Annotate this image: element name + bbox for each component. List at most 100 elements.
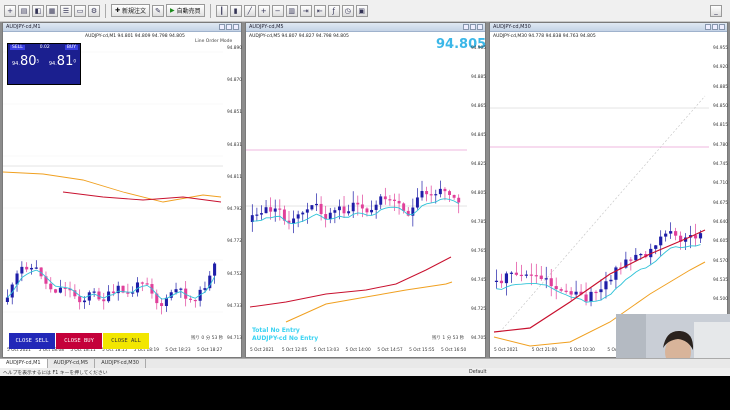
moving-average-fast bbox=[7, 269, 215, 300]
auto-scroll-icon[interactable]: ⇥ bbox=[299, 4, 312, 17]
chart-window-m5-titlebar[interactable]: AUDJPY-cd,M5 bbox=[246, 23, 485, 32]
window-close-icon[interactable] bbox=[233, 24, 239, 30]
symbol-entry-status: AUDJPY-cd No Entry bbox=[252, 335, 319, 342]
candle-body bbox=[397, 200, 401, 204]
price-tick-label: 94.815 bbox=[712, 123, 728, 129]
price-tick-label: 94.733 bbox=[226, 303, 242, 309]
tab-audjpy-m30[interactable]: AUDJPY-cd,M30 bbox=[95, 359, 146, 368]
price-tick-label: 94.851 bbox=[226, 110, 242, 116]
chart-window-m5[interactable]: AUDJPY-cd,M5 AUDJPY-cd,M5 94.807 94.827 … bbox=[245, 22, 486, 358]
close-all-button[interactable]: CLOSE ALL bbox=[103, 333, 149, 349]
buy-price[interactable]: 94.810 bbox=[49, 54, 76, 69]
new-chart-icon[interactable]: + bbox=[4, 4, 16, 17]
candle-body bbox=[356, 202, 360, 205]
candle-body bbox=[559, 289, 563, 291]
candle-body bbox=[438, 188, 442, 195]
price-chart[interactable] bbox=[490, 32, 709, 350]
candle-body bbox=[457, 197, 461, 203]
sell-price-prefix: 94. bbox=[12, 61, 20, 67]
zoom-in-icon[interactable]: + bbox=[257, 4, 270, 17]
tester-icon[interactable]: ⚙ bbox=[88, 4, 100, 17]
price-tick-label: 94.885 bbox=[712, 84, 728, 90]
window-minimize-icon[interactable] bbox=[463, 24, 469, 30]
indicators-icon[interactable]: ƒ bbox=[327, 4, 340, 17]
chart-window-m1[interactable]: AUDJPY-cd,M1 AUDJPY-cd,M1 94.801 94.809 … bbox=[2, 22, 242, 358]
window-maximize-icon[interactable] bbox=[470, 24, 476, 30]
candle-body bbox=[160, 303, 164, 307]
sell-price[interactable]: 94.805 bbox=[12, 54, 39, 69]
window-title: AUDJPY-cd,M5 bbox=[249, 24, 284, 30]
price-tick-label: 94.675 bbox=[712, 200, 728, 206]
minimize-icon[interactable]: _ bbox=[710, 4, 722, 17]
candle-body bbox=[443, 188, 447, 192]
candle-body bbox=[301, 212, 305, 215]
candle-body bbox=[494, 280, 499, 282]
price-tick-label: 94.570 bbox=[712, 258, 728, 264]
price-tick-label: 94.885 bbox=[470, 75, 486, 80]
moving-average-slow bbox=[285, 281, 453, 323]
sell-price-pip: 5 bbox=[36, 58, 40, 64]
price-chart[interactable] bbox=[246, 32, 467, 350]
chart-window-m30-titlebar[interactable]: AUDJPY-cd,M30 bbox=[490, 23, 727, 32]
templates-icon[interactable]: ▣ bbox=[355, 4, 368, 17]
candle-body bbox=[379, 196, 383, 205]
price-tick-label: 94.535 bbox=[712, 278, 728, 283]
chart-shift-icon[interactable]: ⇤ bbox=[313, 4, 326, 17]
tile-windows-icon[interactable]: ▥ bbox=[285, 4, 298, 17]
candle-body bbox=[452, 194, 456, 198]
close-buy-button[interactable]: CLOSE BUY bbox=[56, 333, 102, 349]
sell-button[interactable]: SELL bbox=[10, 45, 25, 50]
candle-body bbox=[203, 288, 207, 290]
tab-audjpy-m1[interactable]: AUDJPY-cd,M1 bbox=[0, 359, 48, 368]
auto-trading-button[interactable]: ▶ 自動売買 bbox=[166, 4, 205, 17]
window-maximize-icon[interactable] bbox=[712, 24, 718, 30]
one-click-trading-panel: SELL 0.02 BUY 94.805 94.810 bbox=[7, 43, 81, 85]
price-tick-label: 94.905 bbox=[470, 46, 486, 51]
candle-body bbox=[296, 214, 300, 219]
window-minimize-icon[interactable] bbox=[219, 24, 225, 30]
data-window-icon[interactable]: ▦ bbox=[46, 4, 58, 17]
status-bar: ヘルプを表示するには F1 キーを押してください Default bbox=[0, 368, 730, 376]
candle-body bbox=[629, 259, 633, 261]
candle-body bbox=[78, 296, 82, 303]
window-close-icon[interactable] bbox=[477, 24, 483, 30]
candle-body bbox=[111, 291, 115, 294]
candle-body bbox=[278, 208, 282, 210]
window-close-icon[interactable] bbox=[719, 24, 725, 30]
new-order-button[interactable]: ✚ 新規注文 bbox=[111, 4, 151, 17]
candle-body bbox=[347, 211, 351, 214]
status-profile: Default bbox=[469, 369, 487, 375]
candle-body bbox=[319, 203, 323, 215]
candlestick-icon[interactable]: ▮ bbox=[229, 4, 242, 17]
metaeditor-icon[interactable]: ✎ bbox=[152, 4, 165, 17]
periods-icon[interactable]: ◷ bbox=[341, 4, 354, 17]
candle-body bbox=[333, 210, 337, 213]
chart-window-m1-titlebar[interactable]: AUDJPY-cd,M1 bbox=[3, 23, 241, 32]
terminal-icon[interactable]: ▭ bbox=[74, 4, 86, 17]
chart-window-m30[interactable]: AUDJPY-cd,M30 AUDJPY-cd,M30 94.778 94.83… bbox=[489, 22, 728, 358]
candle-body bbox=[393, 199, 396, 201]
window-title: AUDJPY-cd,M30 bbox=[493, 24, 531, 30]
candle-body bbox=[365, 208, 369, 213]
candle-body bbox=[564, 290, 568, 292]
market-watch-icon[interactable]: ◧ bbox=[32, 4, 44, 17]
navigator-icon[interactable]: ☰ bbox=[60, 4, 72, 17]
line-chart-icon[interactable]: ╱ bbox=[243, 4, 256, 17]
zoom-out-icon[interactable]: − bbox=[271, 4, 284, 17]
candle-body bbox=[529, 274, 533, 276]
close-sell-button[interactable]: CLOSE SELL bbox=[9, 333, 55, 349]
profiles-icon[interactable]: ▤ bbox=[18, 4, 30, 17]
window-maximize-icon[interactable] bbox=[226, 24, 232, 30]
price-tick-label: 94.955 bbox=[712, 46, 728, 51]
candle-body bbox=[145, 283, 149, 285]
candle-body bbox=[574, 291, 578, 295]
candle-body bbox=[383, 196, 387, 200]
tab-audjpy-m5[interactable]: AUDJPY-cd,M5 bbox=[48, 359, 96, 368]
buy-button[interactable]: BUY bbox=[64, 45, 78, 50]
window-minimize-icon[interactable] bbox=[705, 24, 711, 30]
symbol-info-line: AUDJPY-cd,M30 94.778 94.838 94.763 94.80… bbox=[493, 34, 596, 39]
price-tick-label: 94.785 bbox=[470, 220, 486, 225]
lot-size-input[interactable]: 0.02 bbox=[40, 45, 50, 50]
price-tick-label: 94.845 bbox=[470, 133, 486, 138]
bar-chart-icon[interactable]: ┃ bbox=[215, 4, 228, 17]
